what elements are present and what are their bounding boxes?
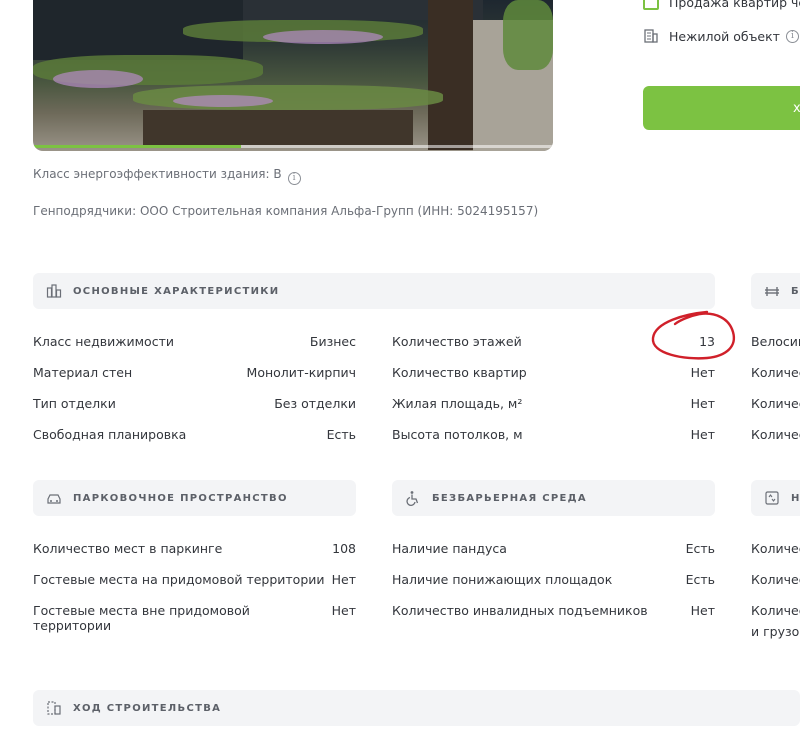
side-item-nonresidential: Нежилой объект i (643, 28, 799, 44)
list-item: Количес (751, 427, 800, 445)
list-item: Количес (751, 365, 800, 383)
building-photo[interactable] (33, 0, 553, 151)
list-item: Количество квартир Нет (392, 365, 715, 383)
side-item-label: Нежилой объект (669, 28, 780, 44)
row-key: Гостевые места вне придомовой территории (33, 603, 250, 633)
section-title: ОСНОВНЫЕ ХАРАКТЕРИСТИКИ (73, 285, 280, 297)
row-key: Количес (751, 541, 800, 556)
buildings-icon (45, 282, 63, 300)
row-key: Гостевые места на придомовой территории (33, 572, 325, 587)
row-value: Нет (690, 427, 715, 442)
list-item: Количес (751, 541, 800, 559)
energy-class: Класс энергоэффективности здания: B i (33, 167, 301, 185)
list-item: Жилая площадь, м² Нет (392, 396, 715, 414)
info-icon[interactable]: i (287, 172, 301, 185)
row-key: Класс недвижимости (33, 334, 174, 349)
row-key: Высота потолков, м (392, 427, 523, 442)
info-icon[interactable]: i (785, 29, 799, 43)
building-icon (643, 28, 659, 44)
row-value: Без отделки (274, 396, 356, 411)
bench-icon (763, 282, 781, 300)
list-item: Количество мест в паркинге 108 (33, 541, 356, 559)
row-key: Количес (751, 603, 800, 618)
section-progress-header[interactable]: ХОД СТРОИТЕЛЬСТВА (33, 690, 800, 726)
row-key: Велосиг (751, 334, 800, 349)
row-key: Количество этажей (392, 334, 522, 349)
row-value: Нет (690, 396, 715, 411)
list-item: и грузог (751, 624, 800, 642)
row-value: Нет (331, 572, 356, 587)
section-parking-header: ПАРКОВОЧНОЕ ПРОСТРАНСТВО (33, 480, 356, 516)
section-title: БЕЗБАРЬЕРНАЯ СРЕДА (432, 492, 587, 504)
side-item-label: Продажа квартир че (669, 0, 800, 10)
row-value: Есть (685, 572, 715, 587)
list-item: Тип отделки Без отделки (33, 396, 356, 414)
row-key: Количес (751, 572, 800, 587)
row-value: Монолит-кирпич (246, 365, 356, 380)
row-key: Жилая площадь, м² (392, 396, 523, 411)
annotation-circle (651, 310, 736, 360)
row-value: 108 (332, 541, 356, 556)
row-key: Наличие понижающих площадок (392, 572, 613, 587)
list-item: Высота потолков, м Нет (392, 427, 715, 445)
row-key: Наличие пандуса (392, 541, 507, 556)
section-right-bottom-header: Н (751, 480, 800, 516)
row-value: Есть (326, 427, 356, 442)
crane-icon (45, 699, 63, 717)
document-check-icon (643, 0, 659, 10)
row-key: Количество мест в паркинге (33, 541, 223, 556)
contractor-text: Генподрядчики: ООО Строительная компания… (33, 204, 539, 218)
list-item: Материал стен Монолит-кирпич (33, 365, 356, 383)
wheelchair-icon (404, 489, 422, 507)
list-item: Количество инвалидных подъемников Нет (392, 603, 715, 621)
primary-action-button[interactable]: х (643, 86, 800, 130)
section-title: Н (791, 492, 800, 504)
elevator-icon (763, 489, 781, 507)
list-item: Наличие понижающих площадок Есть (392, 572, 715, 590)
row-key: Количес (751, 396, 800, 411)
section-main-header: ОСНОВНЫЕ ХАРАКТЕРИСТИКИ (33, 273, 715, 309)
list-item: Велосиг (751, 334, 800, 352)
row-key: Свободная планировка (33, 427, 187, 442)
list-item: Количес (751, 572, 800, 590)
list-item: Класс недвижимости Бизнес (33, 334, 356, 352)
row-key: Материал стен (33, 365, 133, 380)
section-barrier-header: БЕЗБАРЬЕРНАЯ СРЕДА (392, 480, 715, 516)
side-item-sale: Продажа квартир че (643, 0, 800, 10)
list-item: Гостевые места на придомовой территории Н… (33, 572, 356, 590)
energy-class-label: Класс энергоэффективности здания: B (33, 167, 282, 181)
list-item: Наличие пандуса Есть (392, 541, 715, 559)
car-icon (45, 489, 63, 507)
slider-progress-fill (33, 145, 241, 148)
list-item: Свободная планировка Есть (33, 427, 356, 445)
section-right-top-header: Б (751, 273, 800, 309)
section-title: ПАРКОВОЧНОЕ ПРОСТРАНСТВО (73, 492, 288, 504)
row-value: Бизнес (309, 334, 356, 349)
row-key: Тип отделки (33, 396, 116, 411)
list-item: Количес (751, 603, 800, 621)
row-value: Есть (685, 541, 715, 556)
section-title: ХОД СТРОИТЕЛЬСТВА (73, 702, 222, 714)
row-value: Нет (331, 603, 356, 618)
list-item: Количес (751, 396, 800, 414)
section-title: Б (791, 285, 800, 297)
row-value: Нет (690, 365, 715, 380)
row-key: Количес (751, 427, 800, 442)
row-key: и грузог (751, 624, 800, 639)
list-item: Гостевые места вне придомовой территории… (33, 603, 356, 633)
row-value: Нет (690, 603, 715, 618)
row-key: Количес (751, 365, 800, 380)
row-key: Количество инвалидных подъемников (392, 603, 648, 618)
row-key: Количество квартир (392, 365, 527, 380)
